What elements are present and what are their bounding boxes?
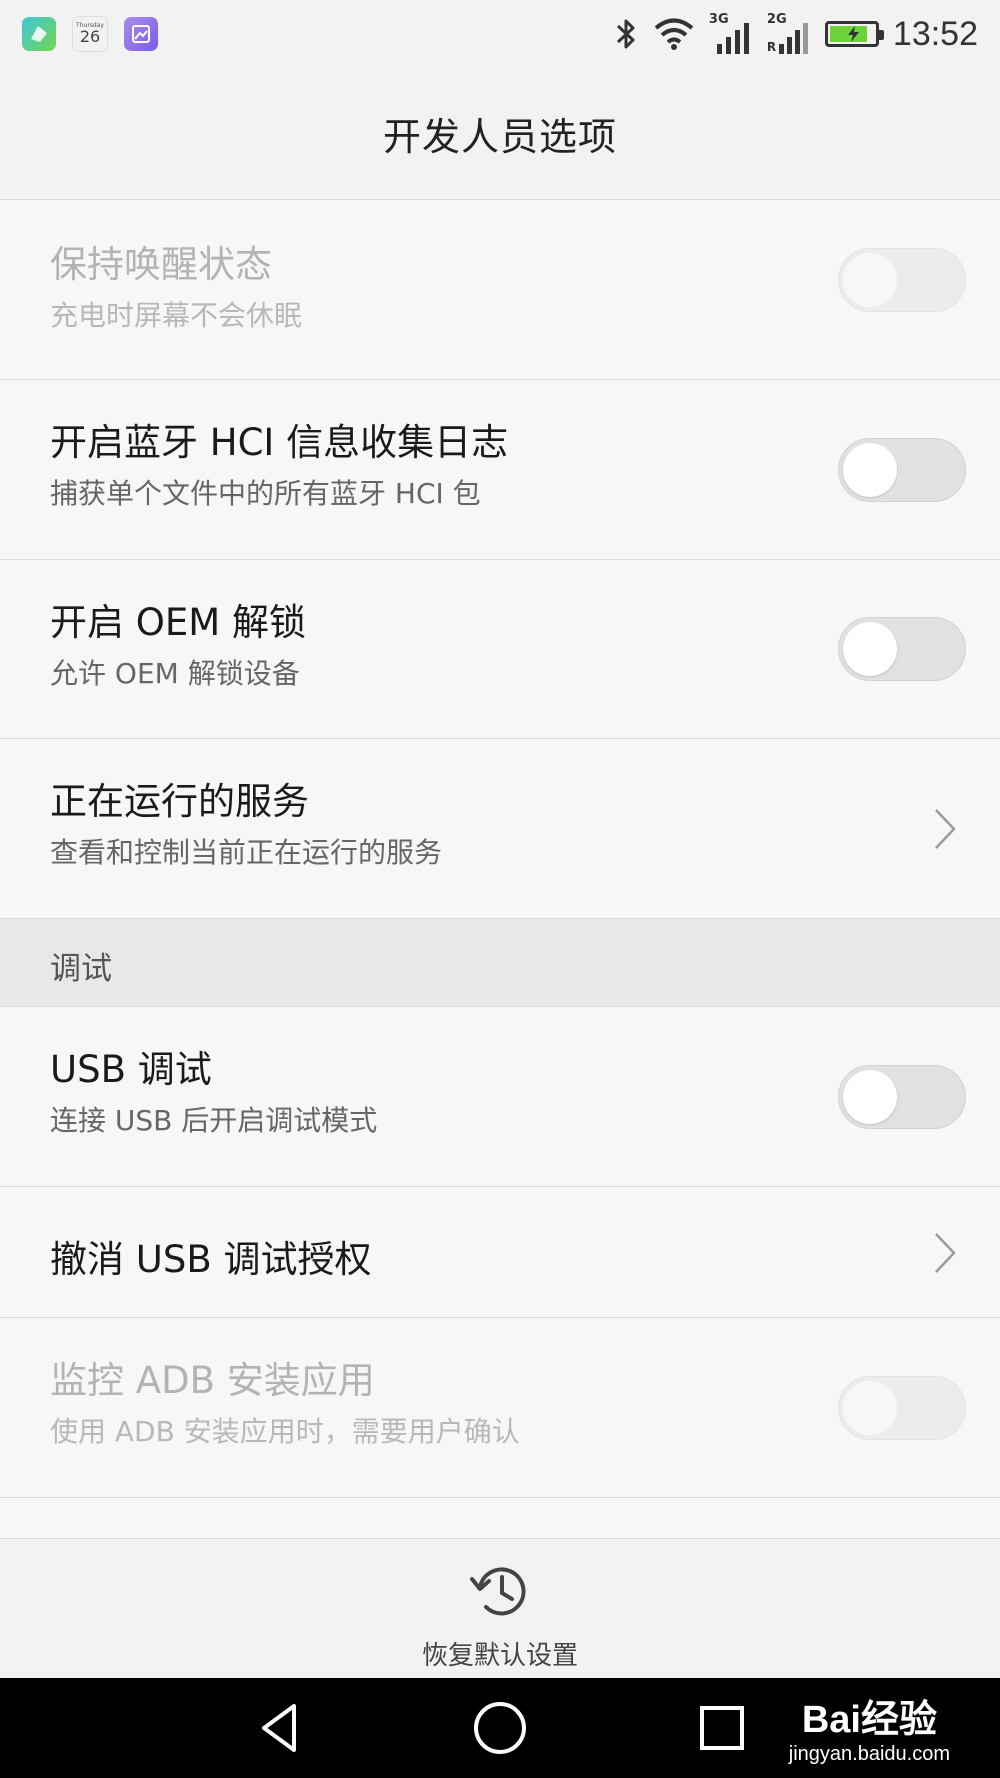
toggle-knob — [843, 1070, 897, 1124]
usb-debugging-toggle[interactable] — [838, 1065, 966, 1129]
watermark-url: jingyan.baidu.com — [788, 1743, 950, 1765]
restore-defaults-label: 恢复默认设置 — [421, 1641, 578, 1671]
bluetooth-icon — [616, 19, 635, 49]
list-item-stay-awake[interactable]: 保持唤醒状态 充电时屏幕不会休眠 — [0, 200, 1000, 380]
clock: 13:52 — [892, 14, 978, 53]
verify-adb-installs-toggle[interactable] — [838, 1376, 966, 1440]
stay-awake-toggle[interactable] — [838, 248, 966, 312]
item-title: 保持唤醒状态 — [50, 243, 272, 286]
list-item-oem-unlock[interactable]: 开启 OEM 解锁 允许 OEM 解锁设备 — [0, 560, 1000, 739]
back-icon[interactable] — [250, 1698, 310, 1758]
home-icon[interactable] — [470, 1698, 530, 1758]
navigation-bar: Bai经验 jingyan.baidu.com — [0, 1678, 1000, 1778]
item-subtitle: 连接 USB 后开启调试模式 — [50, 1104, 378, 1137]
toggle-knob — [843, 622, 897, 676]
list-item-revoke-usb-auth[interactable]: 撤消 USB 调试授权 — [0, 1187, 1000, 1318]
settings-list: 保持唤醒状态 充电时屏幕不会休眠 开启蓝牙 HCI 信息收集日志 捕获单个文件中… — [0, 200, 1000, 1538]
section-label: 调试 — [50, 951, 112, 987]
page-title: 开发人员选项 — [382, 115, 617, 159]
chevron-right-icon — [935, 1233, 956, 1273]
chevron-right-icon — [935, 809, 956, 849]
gallery-icon — [124, 17, 158, 51]
item-subtitle: 充电时屏幕不会休眠 — [50, 299, 303, 332]
wifi-icon — [654, 18, 694, 50]
battery-icon — [824, 21, 884, 47]
toggle-knob — [843, 1381, 897, 1435]
section-header-debugging: 调试 — [0, 919, 1000, 1007]
item-title: 监控 ADB 安装应用 — [50, 1359, 375, 1402]
app-header: 开发人员选项 — [0, 68, 1000, 200]
list-item-running-services[interactable]: 正在运行的服务 查看和控制当前正在运行的服务 — [0, 739, 1000, 919]
list-item-bluetooth-hci-log[interactable]: 开启蓝牙 HCI 信息收集日志 捕获单个文件中的所有蓝牙 HCI 包 — [0, 380, 1000, 560]
item-subtitle: 允许 OEM 解锁设备 — [50, 657, 300, 690]
oem-unlock-toggle[interactable] — [838, 617, 966, 681]
toggle-knob — [843, 253, 897, 307]
list-item-usb-debugging[interactable]: USB 调试 连接 USB 后开启调试模式 — [0, 1007, 1000, 1187]
item-subtitle: 查看和控制当前正在运行的服务 — [50, 836, 443, 869]
item-title: 撤消 USB 调试授权 — [50, 1238, 372, 1281]
history-icon — [470, 1567, 526, 1616]
recent-apps-icon[interactable] — [692, 1698, 752, 1758]
toggle-knob — [843, 443, 897, 497]
item-title: USB 调试 — [50, 1048, 212, 1091]
list-item-partially-hidden[interactable] — [0, 1498, 1000, 1538]
item-subtitle: 使用 ADB 安装应用时，需要用户确认 — [50, 1415, 520, 1448]
item-title: 正在运行的服务 — [50, 780, 309, 823]
signal-icon-2g: 2G R — [767, 12, 811, 54]
notification-icons: Thursday 26 — [22, 16, 158, 52]
watermark: Bai经验 jingyan.baidu.com — [789, 1688, 950, 1766]
signal-icon-3g: 3G — [709, 12, 753, 54]
developer-options-screen: Thursday 26 3G 2G R 13:52 开发人员选项 保持唤醒状态 … — [0, 0, 1000, 1778]
system-indicators: 3G 2G R 13:52 — [613, 12, 978, 54]
bottom-action-bar: 恢复默认设置 — [0, 1538, 1000, 1678]
calendar-icon: Thursday 26 — [72, 16, 108, 52]
bluetooth-hci-log-toggle[interactable] — [838, 438, 966, 502]
item-title: 开启 OEM 解锁 — [50, 601, 306, 644]
list-item-verify-adb-installs[interactable]: 监控 ADB 安装应用 使用 ADB 安装应用时，需要用户确认 — [0, 1318, 1000, 1498]
restore-defaults-button[interactable]: 恢复默认设置 — [400, 1557, 600, 1671]
calendar-day: 26 — [79, 27, 101, 46]
item-subtitle: 捕获单个文件中的所有蓝牙 HCI 包 — [50, 477, 481, 510]
item-title: 开启蓝牙 HCI 信息收集日志 — [50, 421, 509, 464]
status-bar: Thursday 26 3G 2G R 13:52 — [0, 0, 1000, 68]
watermark-brand: Bai经验 — [801, 1699, 937, 1741]
maps-icon — [22, 17, 56, 51]
